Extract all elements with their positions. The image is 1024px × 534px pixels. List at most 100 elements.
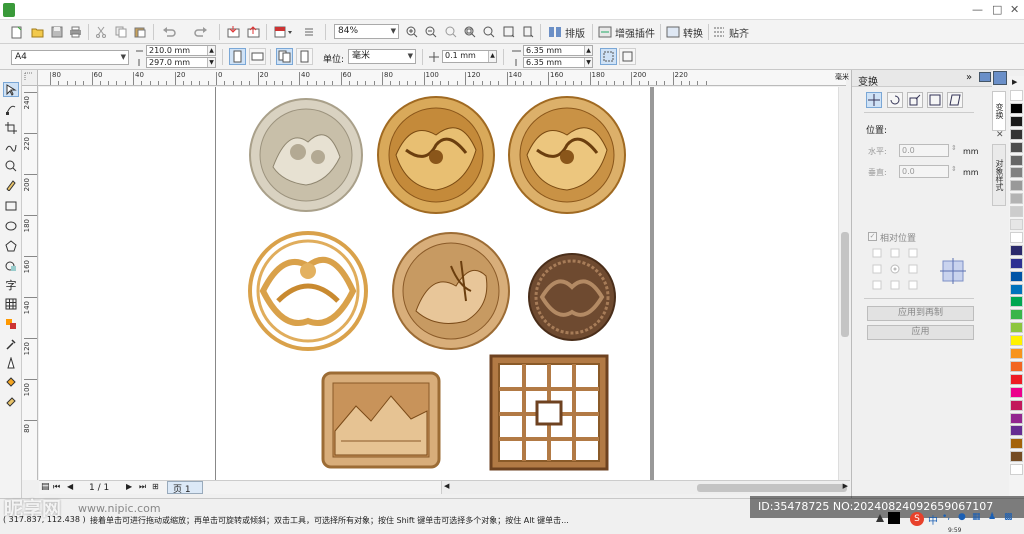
carved-medallion-dragon-1[interactable] xyxy=(376,95,496,215)
color-swatch[interactable] xyxy=(1010,373,1023,385)
publish-pdf-icon[interactable] xyxy=(273,24,295,40)
landscape-button[interactable] xyxy=(249,48,266,65)
print-icon[interactable] xyxy=(68,24,82,40)
carved-medallion-dark[interactable] xyxy=(527,252,617,342)
color-swatch[interactable] xyxy=(1010,219,1023,230)
crop-tool-icon[interactable] xyxy=(3,120,19,135)
duplicate-y-input[interactable]: 6.35 mm ▼ xyxy=(523,57,593,68)
save-icon[interactable] xyxy=(50,24,64,40)
nudge-input[interactable]: 0.1 mm ▲ xyxy=(442,50,497,63)
new-document-icon[interactable] xyxy=(10,24,24,40)
horizontal-ruler[interactable]: 80 60 40 20 0 20 40 60 80 100 120 140 160 180 200 220 xyxy=(38,70,846,86)
next-page-icon[interactable]: ▶ xyxy=(126,482,132,491)
color-swatch[interactable] xyxy=(1010,322,1023,334)
first-page-icon[interactable]: ⏮ xyxy=(53,482,60,492)
skin-icon[interactable]: ♟ xyxy=(988,512,996,522)
select-box-button[interactable] xyxy=(619,48,636,65)
zoom-page-icon[interactable] xyxy=(482,24,496,40)
add-page-icon[interactable]: ⊞ xyxy=(152,482,159,491)
close-tab-icon[interactable]: ✕ xyxy=(996,130,1004,140)
ruler-corner[interactable] xyxy=(22,70,38,86)
apps-grid-icon[interactable]: ▩ xyxy=(1004,512,1013,522)
color-swatch[interactable] xyxy=(1010,399,1023,411)
color-swatch[interactable] xyxy=(1010,360,1023,372)
undo-icon[interactable] xyxy=(160,24,180,40)
vertical-scrollbar[interactable] xyxy=(838,87,850,480)
color-swatch[interactable] xyxy=(1010,348,1023,359)
color-swatch[interactable] xyxy=(1010,244,1023,256)
page-size-combo[interactable]: A4 ▼ xyxy=(11,50,129,65)
apply-to-duplicate-button[interactable]: 应用到再制 xyxy=(867,306,974,321)
close-button[interactable]: ✕ xyxy=(1010,3,1019,16)
color-swatch[interactable] xyxy=(1010,206,1023,218)
layout-button[interactable]: 排版 xyxy=(548,24,588,40)
color-swatch[interactable] xyxy=(1010,180,1023,192)
spin-arrows-icon[interactable]: ⇕ xyxy=(951,165,957,173)
scroll-left-icon[interactable]: ◀ xyxy=(444,482,449,490)
shape-tool-icon[interactable] xyxy=(3,101,19,116)
tab-page-1[interactable]: 页 1 xyxy=(167,481,203,495)
color-swatch[interactable] xyxy=(1010,167,1023,179)
cut-icon[interactable] xyxy=(94,24,108,40)
zoom-tool-icon[interactable] xyxy=(3,158,19,173)
color-swatch[interactable] xyxy=(1010,102,1023,114)
carved-lattice-window[interactable] xyxy=(489,354,609,471)
fill-color-swatch[interactable] xyxy=(888,512,900,524)
page-width-input[interactable]: 210.0 mm ▲ xyxy=(146,45,216,56)
interactive-tool-icon[interactable] xyxy=(3,316,19,331)
convert-button[interactable]: 转换 xyxy=(666,24,706,40)
export-icon[interactable] xyxy=(246,24,260,40)
zoom-all-icon[interactable] xyxy=(463,24,477,40)
last-page-icon[interactable]: ⏭ xyxy=(139,482,146,492)
horizontal-position-input[interactable]: 0.0 xyxy=(899,144,949,157)
keyboard-icon[interactable]: ▦ xyxy=(972,512,981,522)
color-swatch[interactable] xyxy=(1010,438,1023,450)
color-swatch[interactable] xyxy=(1010,296,1023,308)
basic-shapes-tool-icon[interactable] xyxy=(3,258,19,273)
text-tool-icon[interactable]: 字 xyxy=(3,277,19,292)
vertical-ruler[interactable]: 240 220 200 180 160 140 120 100 80 xyxy=(22,86,38,480)
scroll-right-icon[interactable]: ▶ xyxy=(843,482,848,490)
color-swatch[interactable] xyxy=(1010,464,1023,476)
color-swatch[interactable] xyxy=(1010,141,1023,153)
apply-button[interactable]: 应用 xyxy=(867,325,974,340)
size-mode-icon[interactable] xyxy=(927,92,943,108)
all-pages-button[interactable] xyxy=(276,48,293,65)
zoom-height-icon[interactable] xyxy=(521,24,535,40)
zoom-selected-icon[interactable] xyxy=(444,24,458,40)
color-swatch[interactable] xyxy=(1010,412,1023,424)
ellipse-tool-icon[interactable] xyxy=(3,218,19,233)
polygon-tool-icon[interactable] xyxy=(3,238,19,253)
color-swatch[interactable] xyxy=(1010,309,1023,321)
horizontal-scrollbar[interactable]: ◀ ▶ xyxy=(441,481,850,494)
drawing-canvas[interactable] xyxy=(39,87,838,480)
relative-position-checkbox[interactable]: ✓ xyxy=(868,232,877,241)
color-swatch[interactable] xyxy=(1010,115,1023,127)
current-page-button[interactable] xyxy=(296,48,313,65)
duplicate-x-input[interactable]: 6.35 mm ▲ xyxy=(523,45,593,56)
palette-scroll-up-icon[interactable]: ▶ xyxy=(1012,78,1017,86)
eyedropper-tool-icon[interactable] xyxy=(3,336,19,351)
spin-arrows-icon[interactable]: ▲ xyxy=(584,46,592,55)
carved-medallion-openwork-dragon[interactable] xyxy=(248,231,368,351)
zoom-in-icon[interactable] xyxy=(405,24,419,40)
color-swatch[interactable] xyxy=(1010,257,1023,269)
ime-mode[interactable]: 中 xyxy=(928,512,938,527)
color-swatch[interactable] xyxy=(1010,386,1023,398)
table-tool-icon[interactable] xyxy=(3,296,19,311)
page-height-input[interactable]: 297.0 mm ▼ xyxy=(146,57,216,68)
color-swatch[interactable] xyxy=(1010,335,1023,347)
skew-mode-icon[interactable] xyxy=(947,92,963,108)
redo-icon[interactable] xyxy=(190,24,210,40)
interactive-fill-tool-icon[interactable] xyxy=(3,393,19,408)
units-combo[interactable]: 毫米 ▼ xyxy=(348,49,416,64)
maximize-button[interactable]: □ xyxy=(992,3,1002,16)
color-swatch[interactable] xyxy=(1010,90,1023,101)
treat-as-filled-button[interactable] xyxy=(600,48,617,65)
outline-pen-tool-icon[interactable] xyxy=(3,355,19,370)
spin-arrows-icon[interactable]: ▲ xyxy=(488,51,496,62)
ime-logo-icon[interactable]: S xyxy=(910,512,924,526)
position-mode-icon[interactable] xyxy=(866,92,882,108)
color-swatch[interactable] xyxy=(1010,270,1023,282)
spin-arrows-icon[interactable]: ▼ xyxy=(584,58,592,67)
